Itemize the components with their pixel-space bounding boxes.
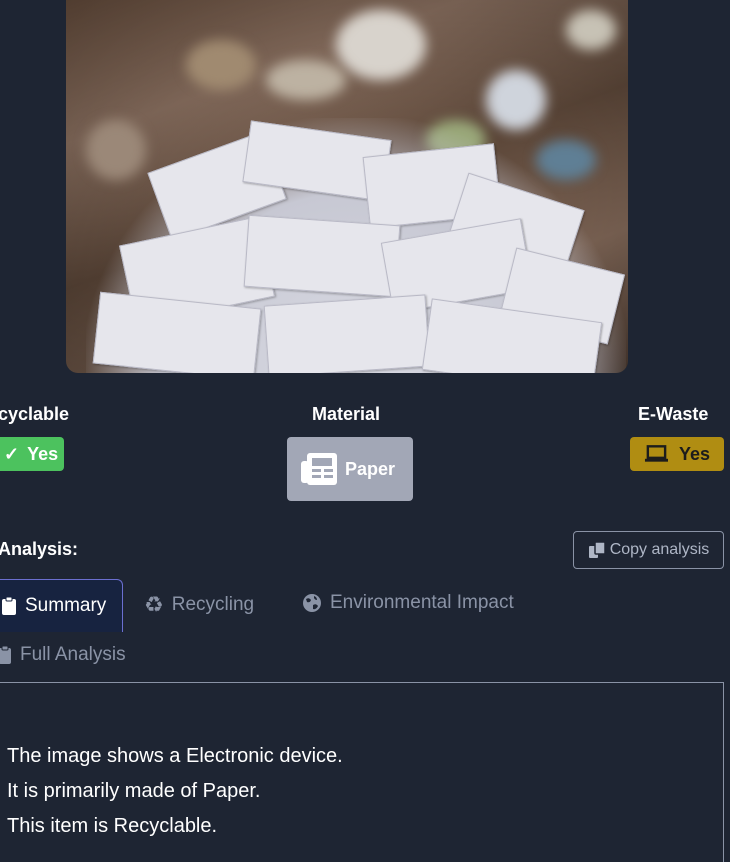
- tab-recycling-label: Recycling: [171, 594, 255, 615]
- tab-recycling[interactable]: ♻ Recycling: [144, 592, 254, 618]
- summary-line: This item is Recyclable.: [7, 815, 218, 837]
- recycle-icon: ♻: [144, 592, 164, 617]
- summary-line: It is primarily made of Paper.: [7, 780, 261, 802]
- clipboard-icon: [0, 645, 11, 664]
- summary-line: The image shows a Electronic device.: [7, 745, 343, 767]
- recyclable-value: Yes: [27, 443, 59, 464]
- check-icon: ✓: [4, 443, 20, 464]
- tab-environmental-impact[interactable]: Environmental Impact: [302, 592, 514, 614]
- copy-analysis-label: Copy analysis: [609, 541, 710, 558]
- material-label: Material: [312, 404, 381, 424]
- tab-full-analysis[interactable]: Full Analysis: [0, 644, 126, 666]
- recyclable-label: cyclable: [0, 404, 70, 424]
- laptop-icon: [644, 445, 668, 462]
- ewaste-label: E-Waste: [638, 404, 709, 424]
- item-photo: [66, 0, 628, 373]
- copy-icon: [588, 541, 606, 558]
- ewaste-value: Yes: [678, 443, 710, 464]
- analysis-title: Analysis:: [0, 539, 79, 559]
- summary-panel: The image shows a Electronic device. It …: [0, 682, 724, 862]
- tab-full-analysis-label: Full Analysis: [20, 644, 126, 665]
- newspaper-icon: [301, 453, 337, 485]
- clipboard-icon: [2, 596, 16, 615]
- ewaste-badge: Yes: [630, 437, 724, 471]
- material-value: Paper: [345, 458, 396, 479]
- material-badge: Paper: [287, 437, 413, 501]
- tab-environmental-impact-label: Environmental Impact: [330, 592, 514, 613]
- copy-analysis-button[interactable]: Copy analysis: [573, 531, 724, 569]
- tab-summary[interactable]: Summary: [0, 579, 123, 632]
- recyclable-badge: ✓ Yes: [0, 437, 64, 471]
- tab-summary-label: Summary: [25, 595, 107, 616]
- globe-icon: [303, 594, 321, 612]
